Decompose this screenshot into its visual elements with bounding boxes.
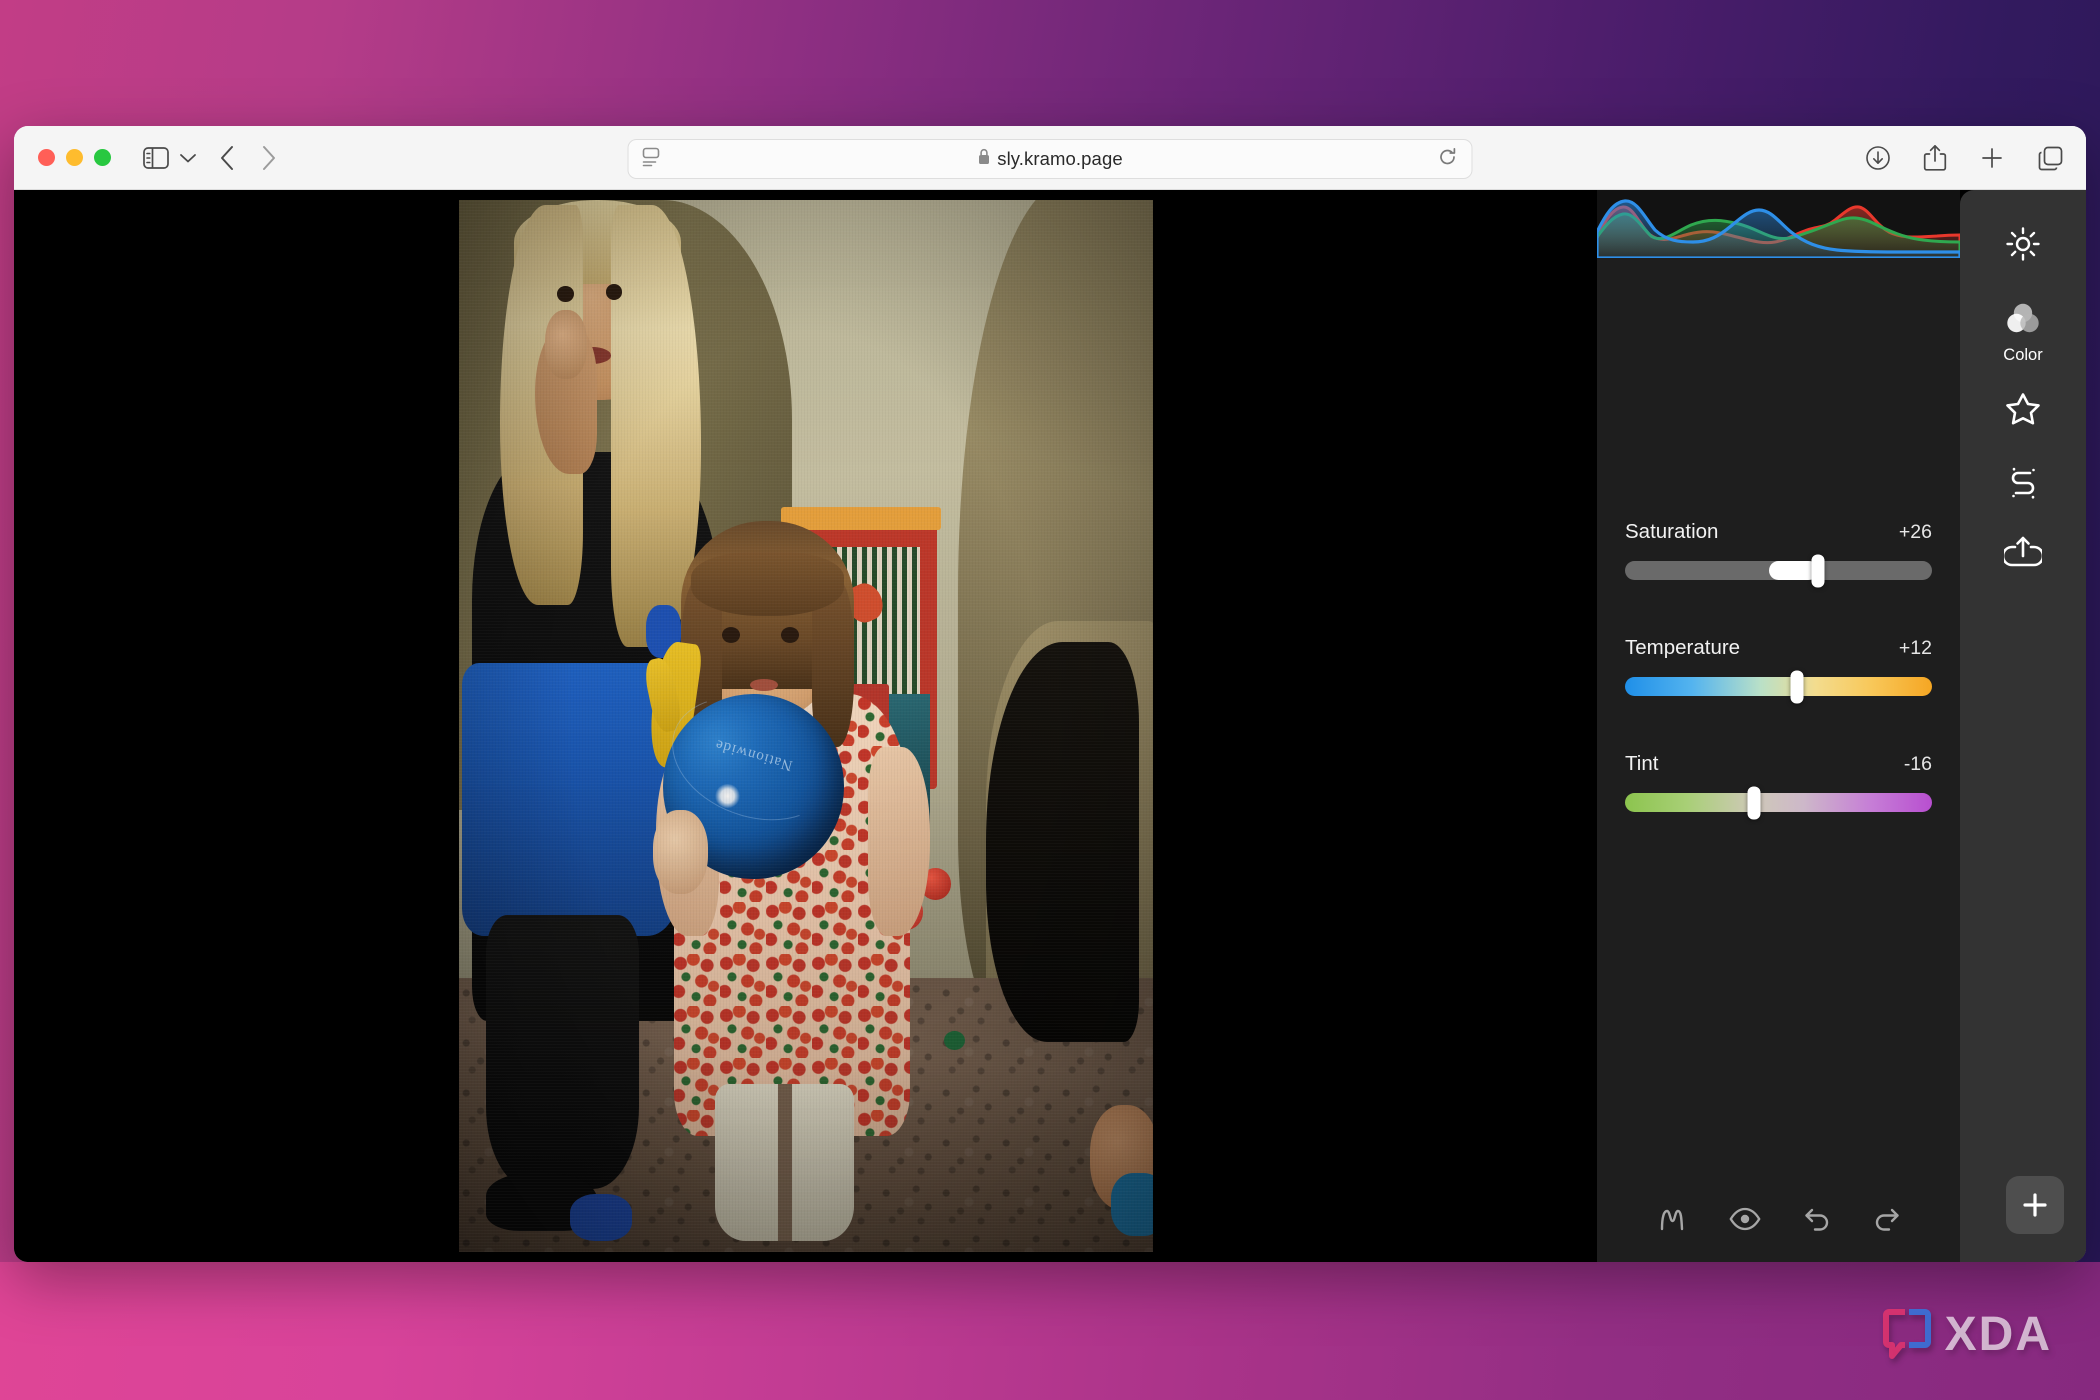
url-text: sly.kramo.page: [997, 148, 1122, 170]
maximize-window-button[interactable]: [94, 149, 111, 166]
color-circles-icon: [2005, 301, 2041, 340]
photo-girl1-hand: [545, 310, 587, 378]
rail-item-light[interactable]: [1960, 226, 2086, 267]
photo-adult-blue-object: [1111, 1173, 1153, 1236]
rail-item-crop-flip[interactable]: [1960, 466, 2086, 500]
eye-icon[interactable]: [1729, 1207, 1761, 1231]
tab-overview-icon[interactable]: [2037, 145, 2064, 172]
tint-label: Tint: [1625, 752, 1658, 776]
share-icon[interactable]: [1923, 144, 1947, 172]
address-bar-content: sly.kramo.page: [629, 148, 1472, 170]
slider-group-temperature: Temperature +12: [1625, 636, 1932, 696]
rail-item-export[interactable]: [1960, 534, 2086, 575]
xda-bracket-icon: [1879, 1306, 1935, 1362]
photo-girl1-legs: [486, 915, 639, 1189]
rail-item-effects[interactable]: [1960, 391, 2086, 432]
saturation-header: Saturation +26: [1625, 520, 1932, 544]
xda-watermark: XDA: [1879, 1306, 2052, 1362]
saturation-slider[interactable]: [1625, 561, 1932, 580]
sidebar-toggle-icon[interactable]: [143, 147, 169, 169]
download-icon[interactable]: [1865, 145, 1891, 171]
redo-icon[interactable]: [1873, 1206, 1901, 1232]
saturation-value: +26: [1899, 521, 1932, 544]
add-adjustment-button[interactable]: [2006, 1176, 2064, 1234]
adjustment-sliders: Saturation +26 Temperature +12: [1597, 520, 1960, 812]
editor-bottom-toolbar: [1597, 1204, 1960, 1234]
histogram: [1597, 190, 1960, 258]
star-icon: [2004, 391, 2042, 432]
window-content: Nationwide: [14, 190, 2086, 1262]
brightness-icon: [2005, 226, 2041, 267]
wallpaper-bottom-band: [0, 1262, 2100, 1400]
slider-group-tint: Tint -16: [1625, 752, 1932, 812]
temperature-thumb[interactable]: [1790, 670, 1803, 703]
toolbar-right-actions: [1865, 126, 2064, 190]
editor-panel: Saturation +26 Temperature +12: [1597, 190, 1960, 1262]
editor-tool-rail: Color: [1960, 190, 2086, 1262]
photo-image[interactable]: Nationwide: [459, 200, 1153, 1252]
photo-girl1-shoe-blue: [570, 1194, 632, 1241]
temperature-value: +12: [1899, 637, 1932, 660]
tint-slider[interactable]: [1625, 793, 1932, 812]
export-icon: [2004, 534, 2042, 575]
xda-wordmark: XDA: [1945, 1307, 2052, 1362]
close-window-button[interactable]: [38, 149, 55, 166]
photo-girl2-mouth: [750, 679, 778, 692]
tint-thumb[interactable]: [1747, 786, 1760, 819]
rail-item-color-label: Color: [2003, 346, 2042, 365]
photo-green-toy: [944, 1031, 965, 1050]
reload-icon[interactable]: [1438, 147, 1458, 172]
browser-toolbar: sly.kramo.page: [14, 126, 2086, 190]
new-tab-plus-icon[interactable]: [1979, 145, 2005, 171]
forward-button[interactable]: [259, 144, 277, 172]
saturation-label: Saturation: [1625, 520, 1718, 544]
temperature-slider[interactable]: [1625, 677, 1932, 696]
temperature-label: Temperature: [1625, 636, 1740, 660]
temperature-header: Temperature +12: [1625, 636, 1932, 660]
photo-girl1-eye-left: [557, 286, 574, 302]
photo-girl2-leg-gap: [778, 1084, 792, 1242]
flip-icon: [2005, 466, 2041, 500]
photo-toy-bar: [781, 507, 941, 530]
plus-icon: [2021, 1191, 2049, 1219]
reader-view-icon[interactable]: [643, 147, 665, 172]
lock-icon: [977, 148, 990, 170]
slider-group-saturation: Saturation +26: [1625, 520, 1932, 580]
window-controls: [38, 149, 111, 166]
browser-window: sly.kramo.page: [14, 126, 2086, 1262]
minimize-window-button[interactable]: [66, 149, 83, 166]
curve-icon[interactable]: [1657, 1204, 1687, 1234]
photo-girl2-eye-right: [781, 627, 799, 643]
tint-value: -16: [1904, 753, 1932, 776]
back-button[interactable]: [219, 144, 237, 172]
photo-girl2-hand-left: [653, 810, 709, 894]
undo-icon[interactable]: [1803, 1206, 1831, 1232]
tint-header: Tint -16: [1625, 752, 1932, 776]
photo-adult-figure: [986, 642, 1139, 1042]
photo-girl1-blue-skirt: [462, 663, 677, 937]
rail-item-color[interactable]: Color: [1960, 301, 2086, 365]
chevron-down-icon[interactable]: [179, 152, 197, 164]
photo-girl1-eye-right: [606, 284, 623, 300]
saturation-thumb[interactable]: [1812, 554, 1825, 587]
photo-girl2-bangs: [691, 552, 844, 615]
address-bar[interactable]: sly.kramo.page: [628, 139, 1473, 179]
photo-girl2-eye-left: [722, 627, 740, 643]
photo-canvas[interactable]: Nationwide: [14, 190, 1597, 1262]
